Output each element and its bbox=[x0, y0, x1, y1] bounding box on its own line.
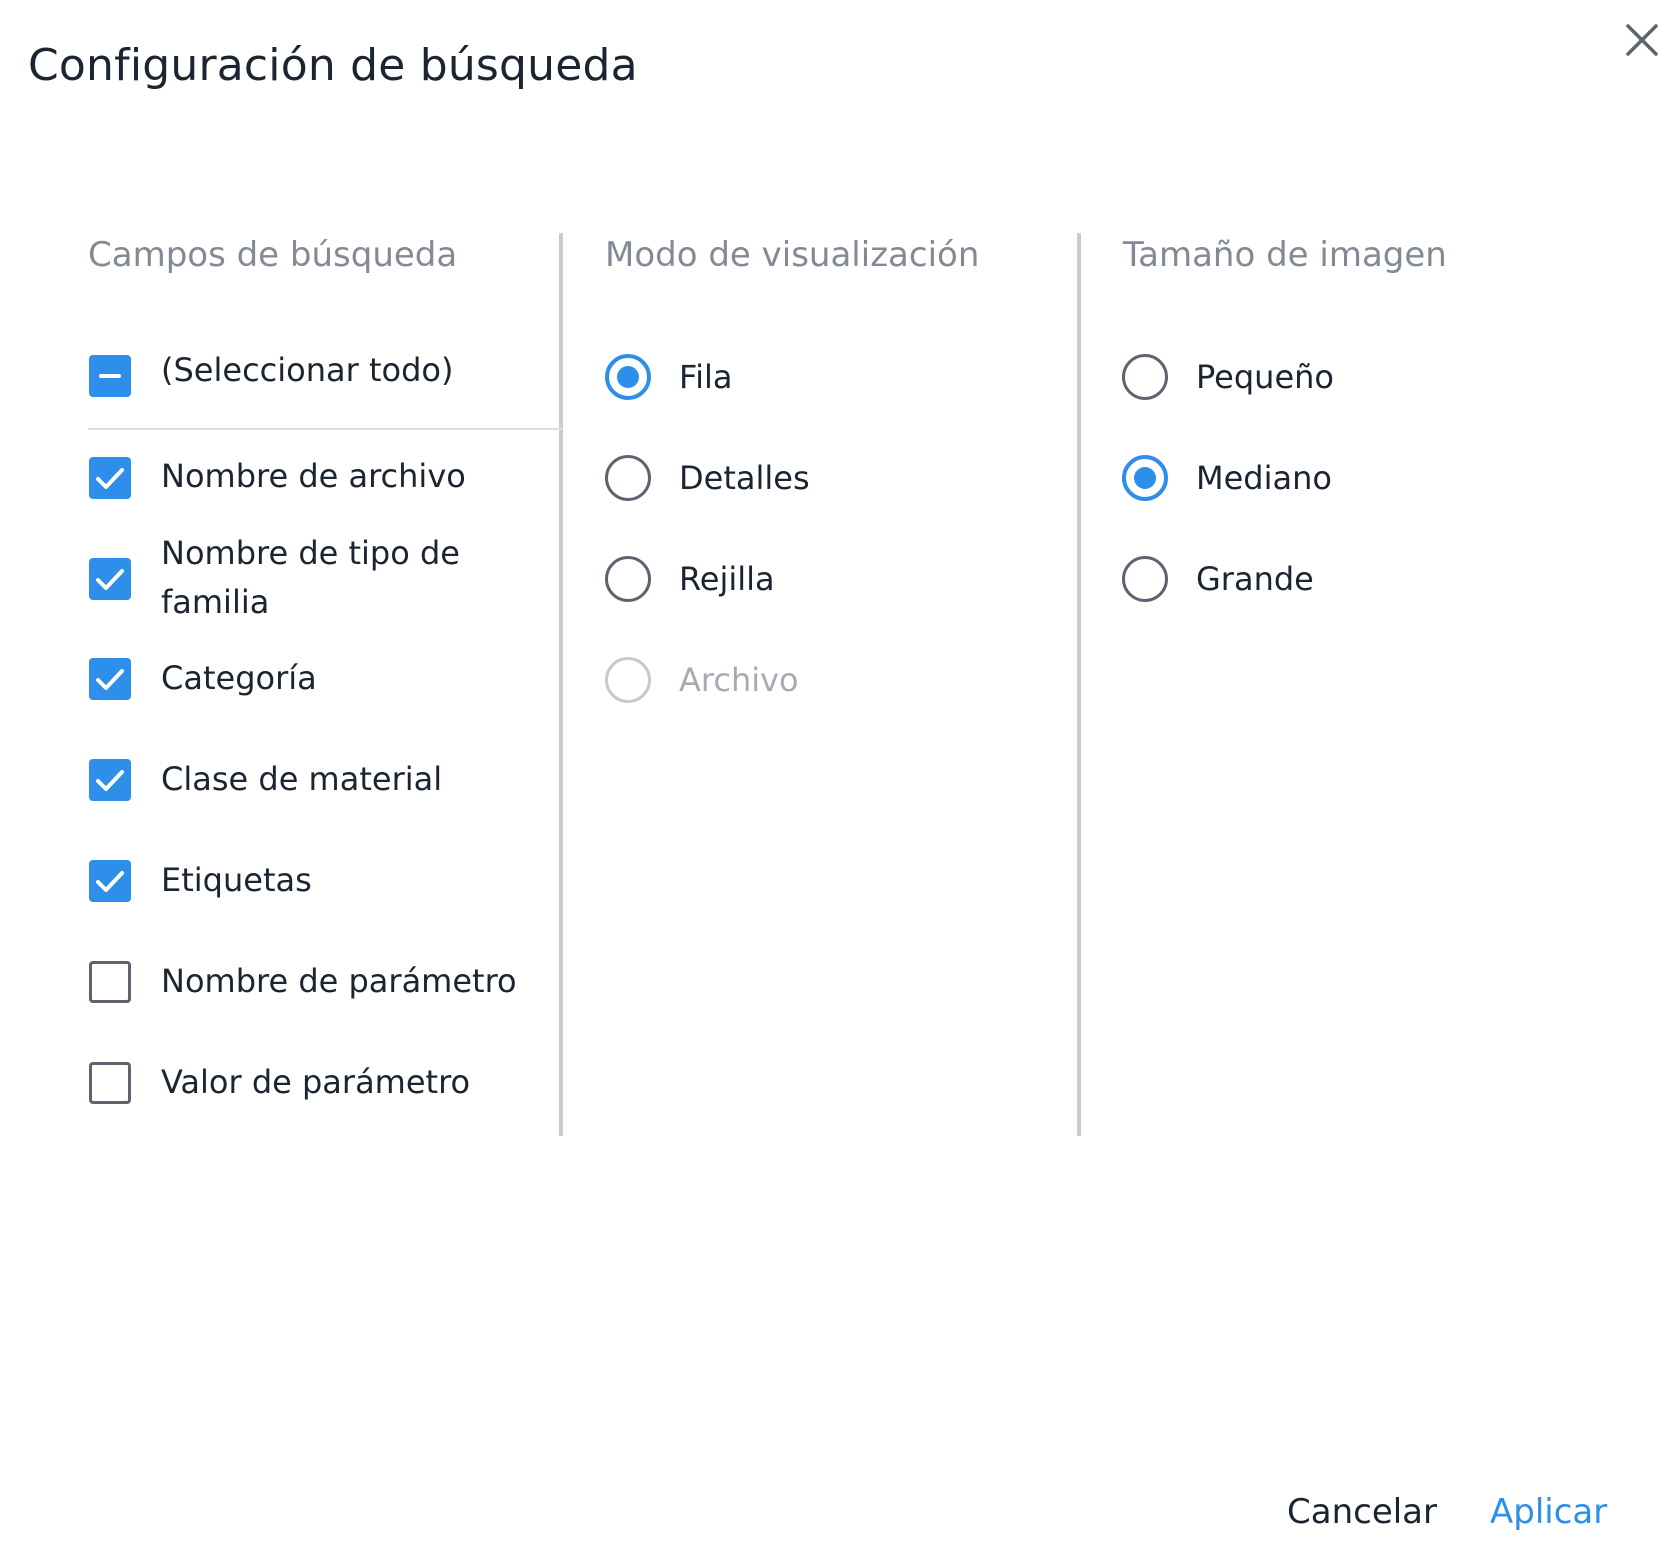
label-family-type-name-line1: Nombre de tipo de bbox=[161, 534, 460, 572]
label-material-class: Clase de material bbox=[161, 760, 443, 798]
dialog-title: Configuración de búsqueda bbox=[28, 40, 638, 91]
column-divider bbox=[1077, 233, 1081, 1136]
label-tags: Etiquetas bbox=[161, 861, 312, 899]
label-size-medium: Mediano bbox=[1196, 459, 1332, 497]
cancel-button[interactable]: Cancelar bbox=[1287, 1488, 1437, 1536]
label-file-name: Nombre de archivo bbox=[161, 457, 466, 495]
apply-button[interactable]: Aplicar bbox=[1490, 1488, 1607, 1536]
column-divider bbox=[559, 233, 563, 1136]
checkbox-family-type-name[interactable] bbox=[89, 558, 131, 600]
view-mode-title: Modo de visualización bbox=[605, 235, 980, 275]
label-parameter-name: Nombre de parámetro bbox=[161, 962, 517, 1000]
checkbox-material-class[interactable] bbox=[89, 759, 131, 801]
select-all-checkbox[interactable] bbox=[89, 355, 131, 397]
checkbox-file-name[interactable] bbox=[89, 457, 131, 499]
minus-icon bbox=[99, 374, 121, 378]
check-icon bbox=[96, 770, 124, 791]
check-icon bbox=[96, 871, 124, 892]
search-fields-title: Campos de búsqueda bbox=[88, 235, 458, 275]
radio-size-small[interactable] bbox=[1122, 354, 1168, 400]
radio-view-details[interactable] bbox=[605, 455, 651, 501]
label-view-row: Fila bbox=[679, 358, 733, 396]
label-view-details: Detalles bbox=[679, 459, 810, 497]
label-category: Categoría bbox=[161, 659, 317, 697]
radio-view-grid[interactable] bbox=[605, 556, 651, 602]
checkbox-category[interactable] bbox=[89, 658, 131, 700]
label-size-large: Grande bbox=[1196, 560, 1314, 598]
label-parameter-value: Valor de parámetro bbox=[161, 1063, 471, 1101]
radio-view-row[interactable] bbox=[605, 354, 651, 400]
check-icon bbox=[96, 468, 124, 489]
check-icon bbox=[96, 569, 124, 590]
radio-view-file bbox=[605, 657, 651, 703]
label-family-type-name-line2: familia bbox=[161, 583, 270, 621]
checkbox-tags[interactable] bbox=[89, 860, 131, 902]
image-size-title: Tamaño de imagen bbox=[1123, 235, 1447, 275]
label-view-file: Archivo bbox=[679, 661, 799, 699]
radio-size-medium[interactable] bbox=[1122, 455, 1168, 501]
checkbox-parameter-name[interactable] bbox=[89, 961, 131, 1003]
radio-size-large[interactable] bbox=[1122, 556, 1168, 602]
search-settings-dialog: Configuración de búsqueda Campos de búsq… bbox=[0, 0, 1672, 1559]
select-all-label: (Seleccionar todo) bbox=[161, 351, 454, 389]
separator bbox=[88, 428, 562, 430]
checkbox-parameter-value[interactable] bbox=[89, 1062, 131, 1104]
close-button[interactable] bbox=[1620, 18, 1664, 62]
check-icon bbox=[96, 669, 124, 690]
close-icon bbox=[1626, 24, 1658, 56]
label-view-grid: Rejilla bbox=[679, 560, 775, 598]
label-size-small: Pequeño bbox=[1196, 358, 1334, 396]
